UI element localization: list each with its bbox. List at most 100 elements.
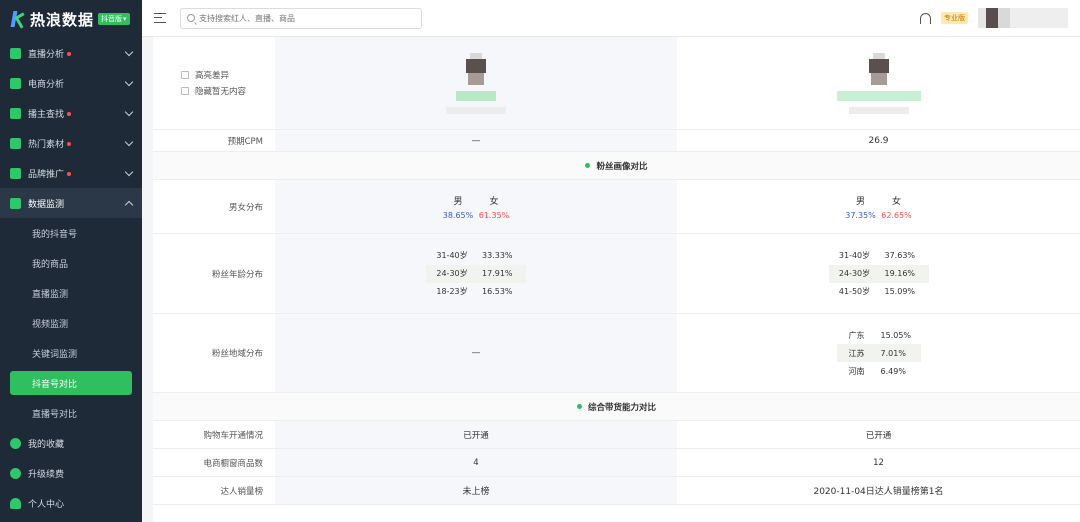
user-avatar[interactable]: [978, 8, 1068, 28]
cell-a: 已开通: [275, 421, 677, 448]
checkbox-box[interactable]: [181, 87, 189, 95]
account-name-blurred[interactable]: [456, 90, 496, 101]
cell-a: —: [275, 130, 677, 151]
v: 19.16%: [884, 269, 916, 278]
chevron-down-icon: [124, 77, 134, 86]
sidebar-sub-my-douyin[interactable]: 我的抖音号: [0, 218, 142, 248]
row-label: 预期CPM: [227, 136, 263, 147]
sidebar-sub-my-products[interactable]: 我的商品: [0, 248, 142, 278]
window-row: 电商橱窗商品数 4 12: [153, 449, 1080, 477]
version-badge[interactable]: 抖音版 ▾: [98, 13, 130, 25]
sidebar-item-ecommerce-analysis[interactable]: 电商分析: [0, 68, 142, 98]
sidebar-item-streamer-search[interactable]: 播主查找: [0, 98, 142, 128]
v: 17.91%: [482, 269, 513, 278]
sidebar-item-upgrade[interactable]: 升级续费: [0, 458, 142, 488]
cart-row: 购物车开通情况 已开通 已开通: [153, 421, 1080, 449]
avatar[interactable]: [462, 52, 490, 85]
brand[interactable]: 热浪数据 抖音版 ▾: [0, 0, 142, 38]
v: 15.09%: [884, 287, 916, 296]
highlight-diff-checkbox[interactable]: 高亮差异: [181, 69, 229, 81]
label-text: 播主查找: [28, 109, 65, 120]
chevron-up-icon: [124, 200, 134, 209]
cart-icon: [10, 77, 21, 89]
k: 41-50岁: [838, 287, 871, 296]
label-text: 直播分析: [28, 49, 65, 60]
hide-empty-checkbox[interactable]: 隐藏暂无内容: [181, 85, 246, 97]
region-item: 广东 15.05%: [837, 326, 921, 344]
k: 江苏: [848, 348, 865, 358]
row-label: 粉丝地域分布: [211, 349, 263, 359]
new-dot: [67, 112, 72, 116]
sidebar-item-brand-promotion[interactable]: 品牌推广: [0, 158, 142, 188]
age-row: 粉丝年龄分布 31-40岁 33.33% 24-30岁 17.91% 18-23岁 1…: [153, 234, 1080, 314]
sidebar-item-favorites[interactable]: 我的收藏: [0, 428, 142, 458]
menu-toggle-icon[interactable]: [154, 13, 166, 23]
account-a-profile: [275, 37, 677, 129]
v: 6.49%: [880, 366, 906, 376]
row-label: 达人销量榜: [220, 486, 263, 497]
checkbox-box[interactable]: [181, 71, 189, 79]
male-header: 男: [453, 196, 463, 207]
sidebar-sub-douyin-compare[interactable]: 抖音号对比: [10, 371, 132, 395]
kv: 31-40岁 33.33% 24-30岁 17.91% 18-23岁 16.53%: [426, 247, 526, 301]
search-box[interactable]: [180, 7, 422, 29]
region-item: 江苏 7.01%: [836, 344, 921, 362]
gender-row: 男女分布 男 女 38.65% 61.35% 男 女 37.35% 62.65%: [153, 180, 1080, 234]
section-sales-header: 综合带货能力对比: [153, 393, 1080, 421]
cell-b: 2020-11-04日达人销量榜第1名: [813, 487, 944, 497]
upgrade-icon: [10, 467, 21, 479]
sidebar-item-label: 播主查找: [28, 107, 126, 120]
label-text: 品牌推广: [28, 169, 65, 180]
sidebar-item-label: 热门素材: [28, 137, 126, 150]
sidebar-item-label: 我的收藏: [28, 439, 65, 450]
label-text: 热门素材: [28, 139, 65, 150]
account-id-blurred: [848, 106, 909, 114]
topbar-right: 专业版: [920, 8, 1068, 28]
sidebar-sub-video-monitor[interactable]: 视频监测: [0, 308, 142, 338]
male-header: 男: [855, 196, 865, 207]
version-badge-label: 抖音版: [101, 15, 123, 23]
k: 18-23岁: [436, 287, 468, 296]
favorite-icon: [10, 437, 21, 449]
headset-icon[interactable]: [920, 12, 931, 24]
chevron-down-icon: [124, 167, 134, 176]
label-text: 电商分析: [28, 79, 65, 90]
topbar: 专业版: [142, 0, 1080, 37]
sidebar-item-label: 电商分析: [28, 77, 126, 90]
sidebar-item-data-monitor[interactable]: 数据监测: [0, 188, 142, 218]
badge-icon: [10, 167, 21, 179]
sidebar-sub-live-monitor[interactable]: 直播监测: [0, 278, 142, 308]
checkbox-label: 隐藏暂无内容: [195, 87, 247, 97]
video-camera-icon: [10, 47, 21, 59]
cell-a: 男 女 38.65% 61.35%: [275, 180, 677, 233]
sidebar-sub-live-compare[interactable]: 直播号对比: [0, 398, 142, 428]
row-label: 粉丝年龄分布: [211, 269, 263, 280]
avatar[interactable]: [864, 52, 893, 85]
compare-table: 高亮差异 隐藏暂无内容 预期CPM — 26.9 粉丝画像对比 男女分布 男 女…: [153, 37, 1080, 522]
k: 24-30岁: [436, 269, 468, 278]
section-title: 综合带货能力对比: [587, 402, 656, 413]
cell-b: 31-40岁 37.63% 24-30岁 19.16% 41-50岁 15.09%: [677, 234, 1080, 313]
sidebar-item-hot-material[interactable]: 热门素材: [0, 128, 142, 158]
brand-title: 热浪数据: [30, 10, 95, 29]
chart-icon: [10, 197, 21, 209]
k: 广东: [848, 330, 865, 340]
v: 37.63%: [884, 251, 916, 260]
row-label: 购物车开通情况: [203, 430, 263, 441]
search-input[interactable]: [199, 13, 399, 23]
account-name-blurred[interactable]: [836, 90, 921, 101]
new-dot: [67, 52, 72, 56]
age-item: 41-50岁 15.09%: [829, 283, 929, 301]
cell-b: 广东 15.05% 江苏 7.01% 河南 6.49%: [677, 314, 1080, 392]
new-dot: [67, 172, 72, 176]
sidebar-sub-keyword-monitor[interactable]: 关键词监测: [0, 338, 142, 368]
region-item: 河南 6.49%: [837, 362, 921, 380]
section-fans-header: 粉丝画像对比: [153, 152, 1080, 180]
sidebar-item-profile[interactable]: 个人中心: [0, 488, 142, 518]
chevron-down-icon: [124, 47, 134, 56]
cell-b: 已开通: [865, 430, 892, 441]
section-dot-icon: [576, 404, 582, 409]
profile: [836, 52, 921, 114]
cell-a: 4: [275, 449, 677, 476]
sidebar-item-live-analysis[interactable]: 直播分析: [0, 38, 142, 68]
